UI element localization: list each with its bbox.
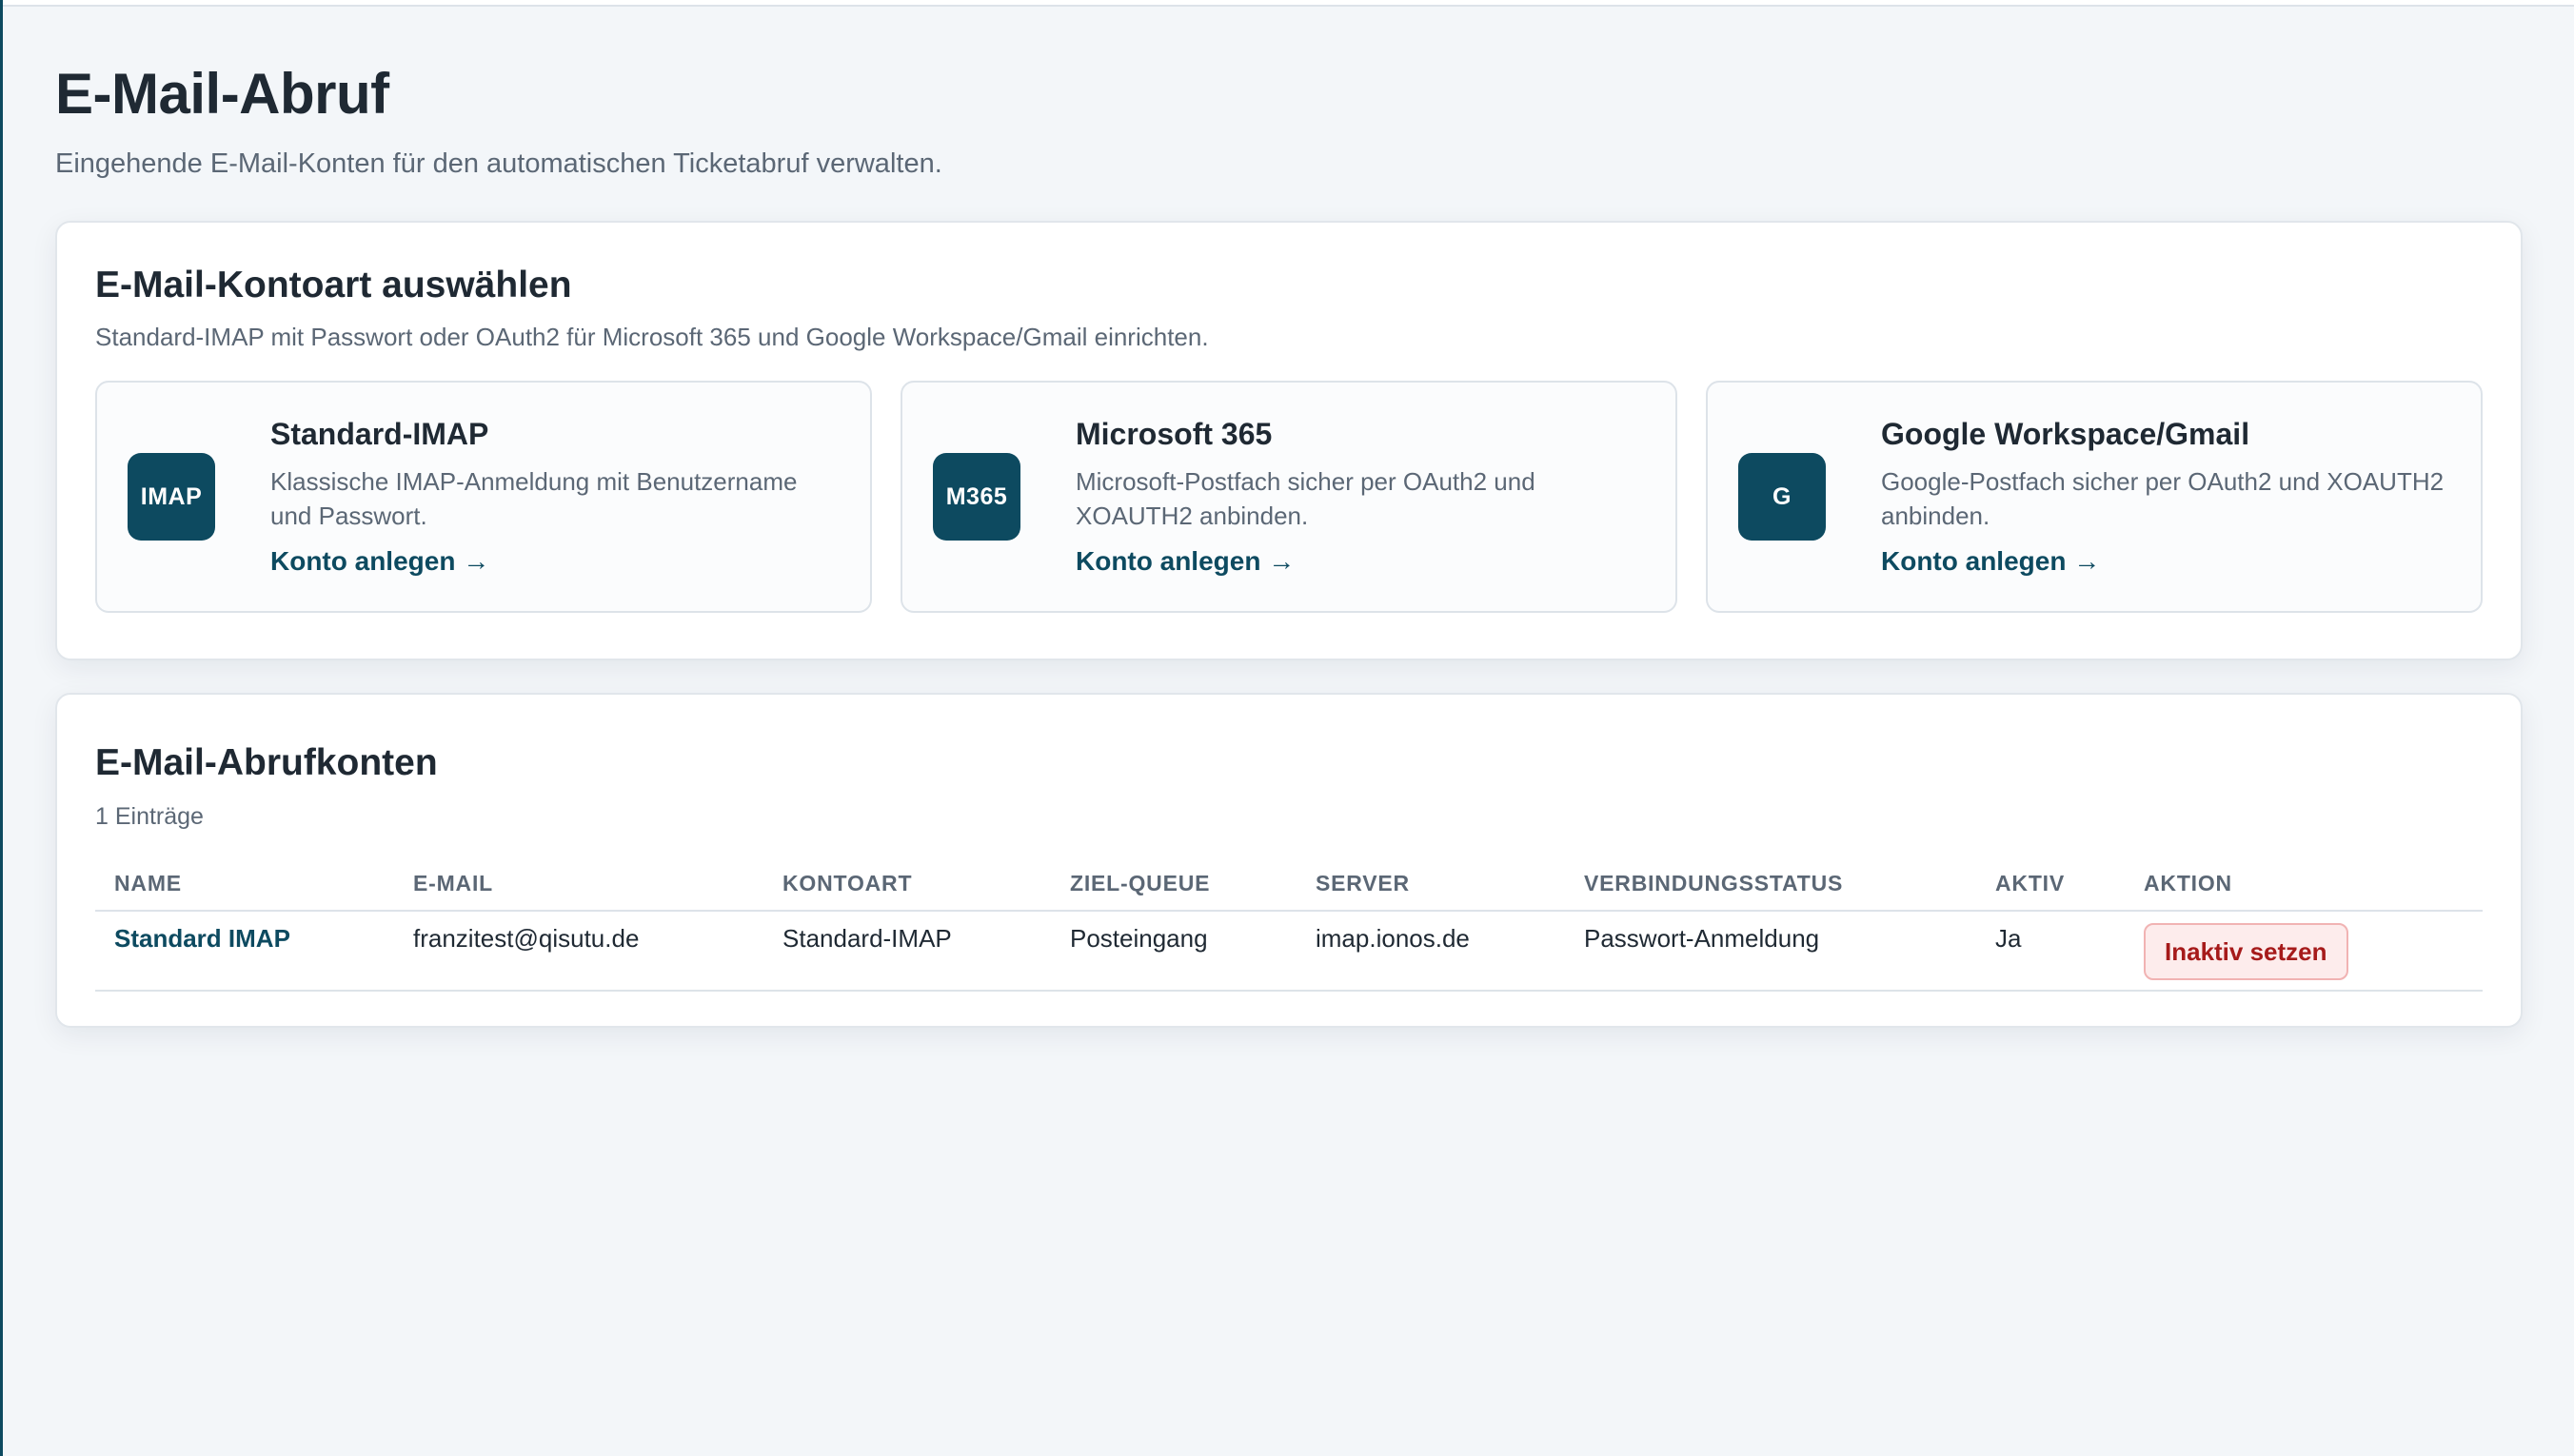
column-header-email: E-MAIL: [394, 870, 763, 912]
account-type-description: Standard-IMAP mit Passwort oder OAuth2 f…: [95, 323, 1209, 351]
account-name-link[interactable]: Standard IMAP: [95, 911, 394, 992]
column-header-account-type: KONTOART: [763, 870, 1051, 912]
account-type-grid: IMAP Standard-IMAP Klassische IMAP-Anmel…: [95, 381, 2483, 613]
create-m365-account-link[interactable]: Konto anlegen →: [1076, 544, 1295, 579]
account-type-text: Microsoft-Postfach sicher per OAuth2 und…: [1076, 467, 1535, 530]
page-content: E-Mail-Abruf Eingehende E-Mail-Konten fü…: [55, 59, 2523, 1028]
m365-badge-icon: M365: [933, 453, 1020, 541]
accounts-table: NAME E-MAIL KONTOART ZIEL-QUEUE SERVER V…: [95, 870, 2483, 992]
page-subtitle: Eingehende E-Mail-Konten für den automat…: [55, 148, 942, 179]
account-type-body: Standard-IMAP Klassische IMAP-Anmeldung …: [270, 415, 842, 579]
account-type-name: Microsoft 365: [1076, 417, 1273, 451]
account-type-body: Microsoft 365 Microsoft-Postfach sicher …: [1076, 415, 1647, 579]
imap-badge-icon: IMAP: [128, 453, 215, 541]
column-header-action: AKTION: [2125, 870, 2483, 912]
column-header-active: AKTIV: [1976, 870, 2125, 912]
account-type-google-workspace[interactable]: G Google Workspace/Gmail Google-Postfach…: [1706, 381, 2483, 613]
column-header-connection-status: VERBINDUNGSSTATUS: [1565, 870, 1976, 912]
create-imap-account-link[interactable]: Konto anlegen →: [270, 544, 489, 579]
account-type-card: E-Mail-Kontoart auswählen Standard-IMAP …: [55, 221, 2523, 660]
accounts-title: E-Mail-Abrufkonten: [95, 742, 438, 783]
entries-count: 1 Einträge: [95, 803, 204, 830]
accounts-card: E-Mail-Abrufkonten 1 Einträge NAME E-MAI…: [55, 693, 2523, 1028]
account-server: imap.ionos.de: [1297, 911, 1565, 992]
set-inactive-button[interactable]: Inaktiv setzen: [2144, 923, 2348, 980]
account-type-name: Google Workspace/Gmail: [1881, 417, 2250, 451]
account-type-body: Google Workspace/Gmail Google-Postfach s…: [1881, 415, 2452, 579]
left-accent-bar: [0, 0, 3, 1456]
account-type-text: Klassische IMAP-Anmeldung mit Benutzerna…: [270, 467, 798, 530]
column-header-target-queue: ZIEL-QUEUE: [1051, 870, 1297, 912]
column-header-name: NAME: [95, 870, 394, 912]
account-email: franzitest@qisutu.de: [394, 911, 763, 992]
account-active: Ja: [1976, 911, 2125, 992]
google-badge-icon: G: [1738, 453, 1826, 541]
table-header-row: NAME E-MAIL KONTOART ZIEL-QUEUE SERVER V…: [95, 870, 2483, 912]
create-google-account-link[interactable]: Konto anlegen →: [1881, 544, 2100, 579]
account-type-microsoft-365[interactable]: M365 Microsoft 365 Microsoft-Postfach si…: [901, 381, 1677, 613]
account-connection-status: Passwort-Anmeldung: [1565, 911, 1976, 992]
top-border: [0, 0, 2574, 7]
account-type-standard-imap[interactable]: IMAP Standard-IMAP Klassische IMAP-Anmel…: [95, 381, 872, 613]
account-action-cell: Inaktiv setzen: [2125, 911, 2483, 992]
account-type-title: E-Mail-Kontoart auswählen: [95, 265, 572, 305]
page-title: E-Mail-Abruf: [55, 62, 389, 126]
account-type: Standard-IMAP: [763, 911, 1051, 992]
table-row: Standard IMAP franzitest@qisutu.de Stand…: [95, 911, 2483, 992]
account-type-name: Standard-IMAP: [270, 417, 489, 451]
column-header-server: SERVER: [1297, 870, 1565, 912]
account-queue: Posteingang: [1051, 911, 1297, 992]
account-type-text: Google-Postfach sicher per OAuth2 und XO…: [1881, 467, 2445, 530]
